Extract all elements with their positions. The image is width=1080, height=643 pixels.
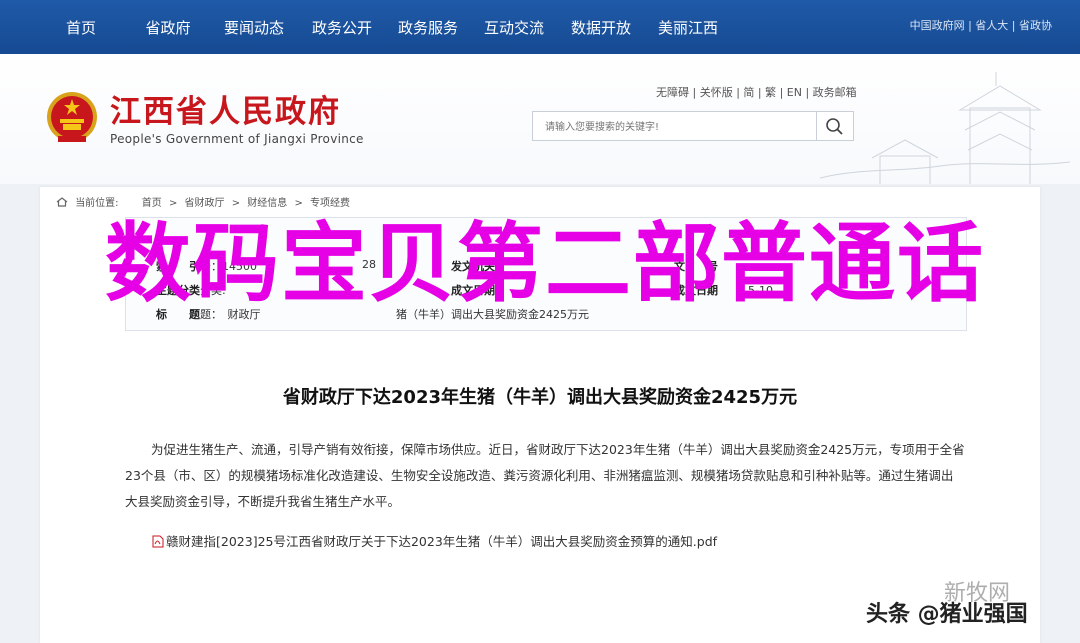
breadcrumb-home[interactable]: 首页 (142, 198, 162, 209)
meta-category-value: 分类: (200, 284, 226, 297)
breadcrumb-sep: > (294, 198, 303, 209)
meta-title-value: 题： 财政厅 (200, 308, 261, 321)
nav-item-interaction[interactable]: 互动交流 (474, 0, 554, 54)
top-nav-bar: 首页 省政府 要闻动态 政务公开 政务服务 互动交流 数据开放 美丽江西 中国政… (0, 0, 1080, 54)
breadcrumb: 当前位置: 首页 > 省财政厅 > 财经信息 > 专项经费 (56, 194, 354, 209)
search-input[interactable] (533, 112, 827, 142)
meta-title-label: 标 题 (156, 308, 200, 321)
site-header: 江西省人民政府 People's Government of Jiangxi P… (0, 54, 1080, 184)
meta-issuer-label: 发文机关 (451, 260, 495, 273)
nav-item-beautiful-jiangxi[interactable]: 美丽江西 (648, 0, 728, 54)
document-meta-box: 索 引号：14500 28 发文机关 文 号 主题分类分类: 成文日期 成文日期… (125, 217, 967, 331)
article-title: 省财政厅下达2023年生猪（牛羊）调出大县奖励资金2425万元 (282, 387, 798, 408)
breadcrumb-finance-dept[interactable]: 省财政厅 (185, 198, 225, 209)
meta-date-value: 5-10 (748, 284, 773, 297)
meta-index-value: 号：14500 (200, 260, 257, 273)
nav-item-province-gov[interactable]: 省政府 (131, 0, 205, 54)
meta-date-label: 成文日期 (451, 284, 495, 297)
pavilion-skyline-illustration (820, 72, 1070, 184)
home-icon (56, 197, 68, 207)
breadcrumb-sep: > (231, 198, 241, 209)
nav-item-home[interactable]: 首页 (48, 0, 114, 54)
breadcrumb-label: 当前位置: (75, 198, 119, 209)
pdf-icon (152, 535, 164, 548)
watermark-bottom: 头条 @猪业强国 (866, 602, 1028, 627)
nav-item-gov-service[interactable]: 政务服务 (388, 0, 468, 54)
meta-index-label: 索 引 (156, 260, 200, 273)
national-emblem-icon (47, 92, 97, 142)
site-subtitle: People's Government of Jiangxi Province (110, 132, 364, 146)
nav-item-open-data[interactable]: 数据开放 (561, 0, 641, 54)
meta-category-label: 主题分类 (156, 284, 200, 297)
nav-item-news[interactable]: 要闻动态 (214, 0, 294, 54)
article-paragraph: 为促进生猪生产、流通，引导产销有效衔接，保障市场供应。近日，省财政厅下达2023… (125, 442, 965, 509)
content-panel: 当前位置: 首页 > 省财政厅 > 财经信息 > 专项经费 索 引号：14500… (40, 187, 1040, 643)
search-box (532, 111, 854, 142)
nav-item-gov-open[interactable]: 政务公开 (302, 0, 382, 54)
site-title[interactable]: 江西省人民政府 (110, 86, 341, 131)
meta-title-tail: 猪（牛羊）调出大县奖励资金2425万元 (396, 308, 589, 321)
breadcrumb-special-funds[interactable]: 专项经费 (310, 198, 350, 209)
meta-index-tail: 28 (362, 258, 376, 271)
meta-date-label-2: 成文日期 (674, 284, 718, 297)
breadcrumb-sep: > (168, 198, 178, 209)
external-links[interactable]: 中国政府网 | 省人大 | 省政协 (910, 17, 1052, 33)
article-body: 为促进生猪生产、流通，引导产销有效衔接，保障市场供应。近日，省财政厅下达2023… (125, 437, 965, 515)
attachment-filename[interactable]: 赣财建指[2023]25号江西省财政厅关于下达2023年生猪（牛羊）调出大县奖励… (166, 534, 717, 549)
breadcrumb-finance-info[interactable]: 财经信息 (247, 198, 287, 209)
meta-doc-label: 文 号 (674, 260, 718, 273)
attachment-link[interactable]: 赣财建指[2023]25号江西省财政厅关于下达2023年生猪（牛羊）调出大县奖励… (152, 531, 717, 550)
